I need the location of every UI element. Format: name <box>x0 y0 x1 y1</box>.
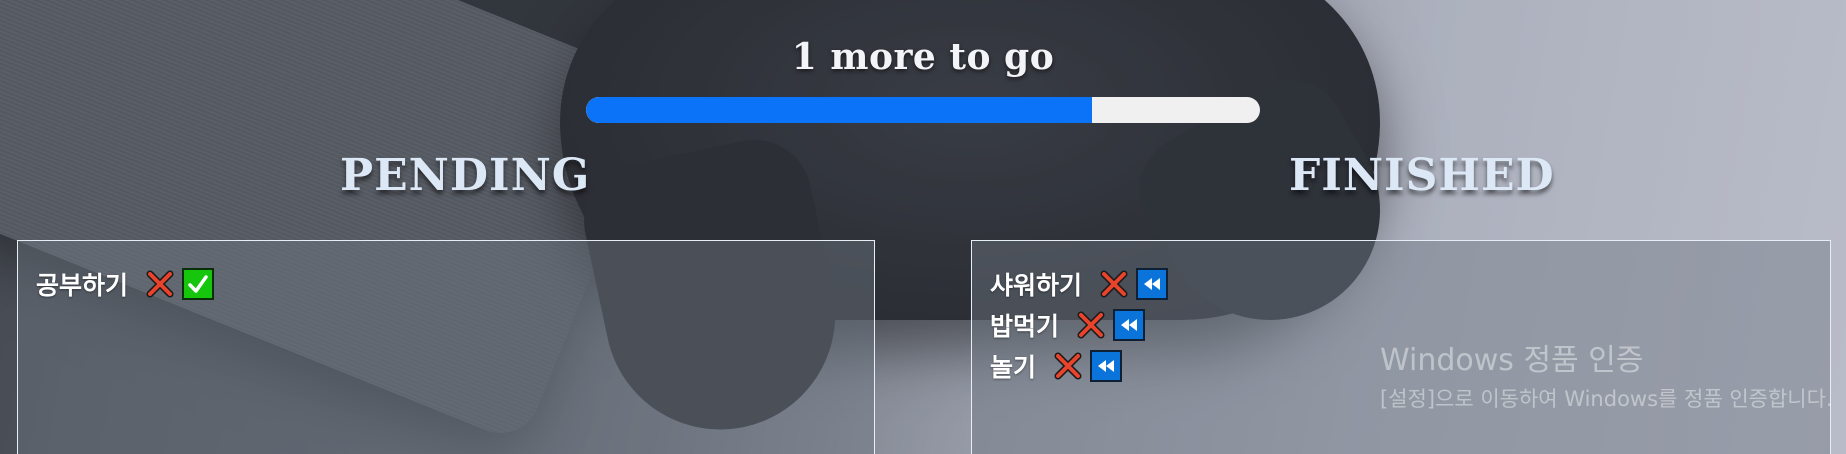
windows-activation-watermark: Windows 정품 인증 [설정]으로 이동하여 Windows를 정품 인증… <box>1380 335 1846 413</box>
pending-heading: PENDING <box>340 150 591 201</box>
rewind-icon <box>1119 318 1139 332</box>
rewind-icon <box>1142 277 1162 291</box>
check-icon <box>187 273 209 295</box>
progress-bar-fill <box>586 97 1092 123</box>
progress-title: 1 more to go <box>791 36 1055 78</box>
pending-list-panel: 공부하기 <box>17 240 875 454</box>
pending-list: 공부하기 <box>18 241 874 304</box>
progress-bar <box>586 97 1260 123</box>
watermark-title: Windows 정품 인증 <box>1380 343 1644 378</box>
delete-icon <box>145 269 175 299</box>
task-label: 밥먹기 <box>990 311 1060 341</box>
watermark-body: [설정]으로 이동하여 Windows를 정품 인증합니다. <box>1380 387 1833 411</box>
delete-button[interactable] <box>1075 309 1107 341</box>
delete-button[interactable] <box>144 268 176 300</box>
delete-icon <box>1076 310 1106 340</box>
delete-icon <box>1053 351 1083 381</box>
task-label: 놀기 <box>990 352 1037 382</box>
restore-button[interactable] <box>1113 308 1146 341</box>
finished-heading: FINISHED <box>1289 150 1555 201</box>
task-label: 샤워하기 <box>990 270 1083 300</box>
pending-task-item: 공부하기 <box>36 263 874 304</box>
finished-task-item: 샤워하기 <box>990 263 1830 304</box>
complete-button[interactable] <box>182 267 215 300</box>
restore-button[interactable] <box>1090 349 1123 382</box>
delete-button[interactable] <box>1098 268 1130 300</box>
delete-icon <box>1099 269 1129 299</box>
task-label: 공부하기 <box>36 270 129 300</box>
delete-button[interactable] <box>1052 350 1084 382</box>
restore-button[interactable] <box>1136 267 1169 300</box>
rewind-icon <box>1096 359 1116 373</box>
